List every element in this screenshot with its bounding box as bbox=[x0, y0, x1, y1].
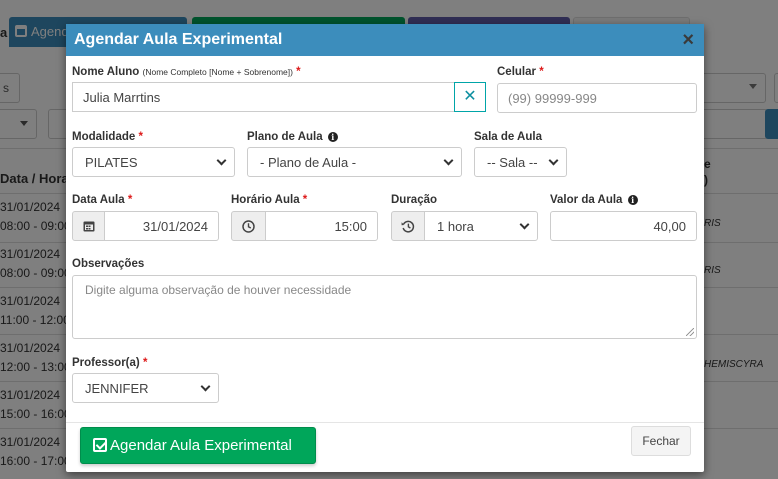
celular-label: Celular * bbox=[497, 66, 544, 78]
resize-grip-icon[interactable] bbox=[686, 328, 694, 336]
chevron-down-icon bbox=[548, 155, 559, 166]
plano-value: - Plano de Aula - bbox=[260, 155, 357, 170]
plano-label-text: Plano de Aula bbox=[247, 131, 323, 143]
aluno-hint: (Nome Completo [Nome + Sobrenome]) bbox=[142, 67, 293, 77]
sala-value: -- Sala -- bbox=[487, 155, 538, 170]
agendar-button-label: Agendar Aula Experimental bbox=[110, 437, 292, 454]
chevron-down-icon bbox=[200, 381, 211, 392]
history-addon[interactable] bbox=[391, 211, 425, 241]
agendar-button[interactable]: Agendar Aula Experimental bbox=[80, 427, 316, 464]
duracao-select[interactable]: 1 hora bbox=[424, 211, 538, 241]
calendar-addon[interactable] bbox=[72, 211, 105, 241]
data-aula-input[interactable]: 31/01/2024 bbox=[104, 211, 219, 241]
horario-label-text: Horário Aula bbox=[231, 194, 300, 206]
aluno-input[interactable]: Julia Marrtins bbox=[72, 82, 455, 112]
calendar-icon bbox=[83, 221, 95, 232]
history-icon bbox=[401, 220, 415, 233]
aluno-label: Nome Aluno (Nome Completo [Nome + Sobren… bbox=[72, 66, 301, 78]
fechar-button[interactable]: Fechar bbox=[631, 426, 691, 456]
duracao-label: Duração bbox=[391, 194, 437, 206]
modal-footer-divider bbox=[66, 422, 704, 423]
required-marker: * bbox=[138, 131, 143, 143]
plano-select[interactable]: - Plano de Aula - bbox=[247, 147, 462, 177]
close-icon[interactable]: × bbox=[682, 30, 694, 50]
required-marker: * bbox=[539, 66, 544, 78]
aluno-label-text: Nome Aluno bbox=[72, 66, 140, 78]
duracao-value: 1 hora bbox=[437, 219, 474, 234]
required-marker: * bbox=[142, 357, 148, 369]
horario-input[interactable]: 15:00 bbox=[265, 211, 378, 241]
sala-select[interactable]: -- Sala -- bbox=[474, 147, 567, 177]
observacoes-label: Observações bbox=[72, 258, 144, 270]
chevron-down-icon bbox=[519, 219, 530, 230]
chevron-down-icon bbox=[216, 155, 227, 166]
observacoes-label-text: Observações bbox=[72, 258, 145, 270]
modalidade-label-text: Modalidade bbox=[72, 131, 136, 143]
close-icon: ✕ bbox=[463, 88, 477, 105]
clock-icon bbox=[242, 220, 255, 233]
celular-input[interactable]: (99) 99999-999 bbox=[497, 83, 697, 113]
celular-label-text: Celular bbox=[497, 66, 536, 78]
modalidade-value: PILATES bbox=[85, 155, 138, 170]
modalidade-label: Modalidade * bbox=[72, 131, 143, 143]
sala-label: Sala de Aula bbox=[474, 131, 542, 143]
info-icon[interactable]: i bbox=[627, 195, 638, 205]
sala-label-text: Sala de Aula bbox=[474, 131, 542, 143]
valor-input[interactable]: 40,00 bbox=[550, 211, 697, 241]
required-marker: * bbox=[127, 194, 133, 206]
duracao-label-text: Duração bbox=[391, 194, 438, 206]
professor-label: Professor(a) * bbox=[72, 357, 147, 369]
chevron-down-icon bbox=[443, 155, 454, 166]
clock-addon[interactable] bbox=[231, 211, 266, 241]
valor-label: Valor da Aula i bbox=[550, 194, 638, 206]
professor-select[interactable]: JENNIFER bbox=[72, 373, 219, 403]
clear-aluno-button[interactable]: ✕ bbox=[454, 82, 486, 112]
valor-label-text: Valor da Aula bbox=[550, 194, 623, 206]
observacoes-textarea[interactable]: Digite alguma observação de houver neces… bbox=[72, 275, 697, 339]
modal-header: Agendar Aula Experimental × bbox=[66, 24, 704, 56]
data-aula-label-text: Data Aula bbox=[72, 194, 125, 206]
plano-label: Plano de Aula i bbox=[247, 131, 338, 143]
data-aula-label: Data Aula * bbox=[72, 194, 132, 206]
check-square-icon bbox=[93, 438, 107, 452]
required-marker: * bbox=[302, 194, 308, 206]
professor-value: JENNIFER bbox=[85, 381, 149, 396]
modal-title: Agendar Aula Experimental bbox=[74, 31, 283, 48]
professor-label-text: Professor(a) bbox=[72, 357, 140, 369]
observacoes-placeholder: Digite alguma observação de houver neces… bbox=[85, 283, 352, 297]
modalidade-select[interactable]: PILATES bbox=[72, 147, 235, 177]
required-marker: * bbox=[296, 66, 301, 78]
info-icon[interactable]: i bbox=[327, 132, 338, 142]
agendar-aula-modal: Agendar Aula Experimental × Nome Aluno (… bbox=[66, 24, 704, 472]
horario-label: Horário Aula * bbox=[231, 194, 307, 206]
